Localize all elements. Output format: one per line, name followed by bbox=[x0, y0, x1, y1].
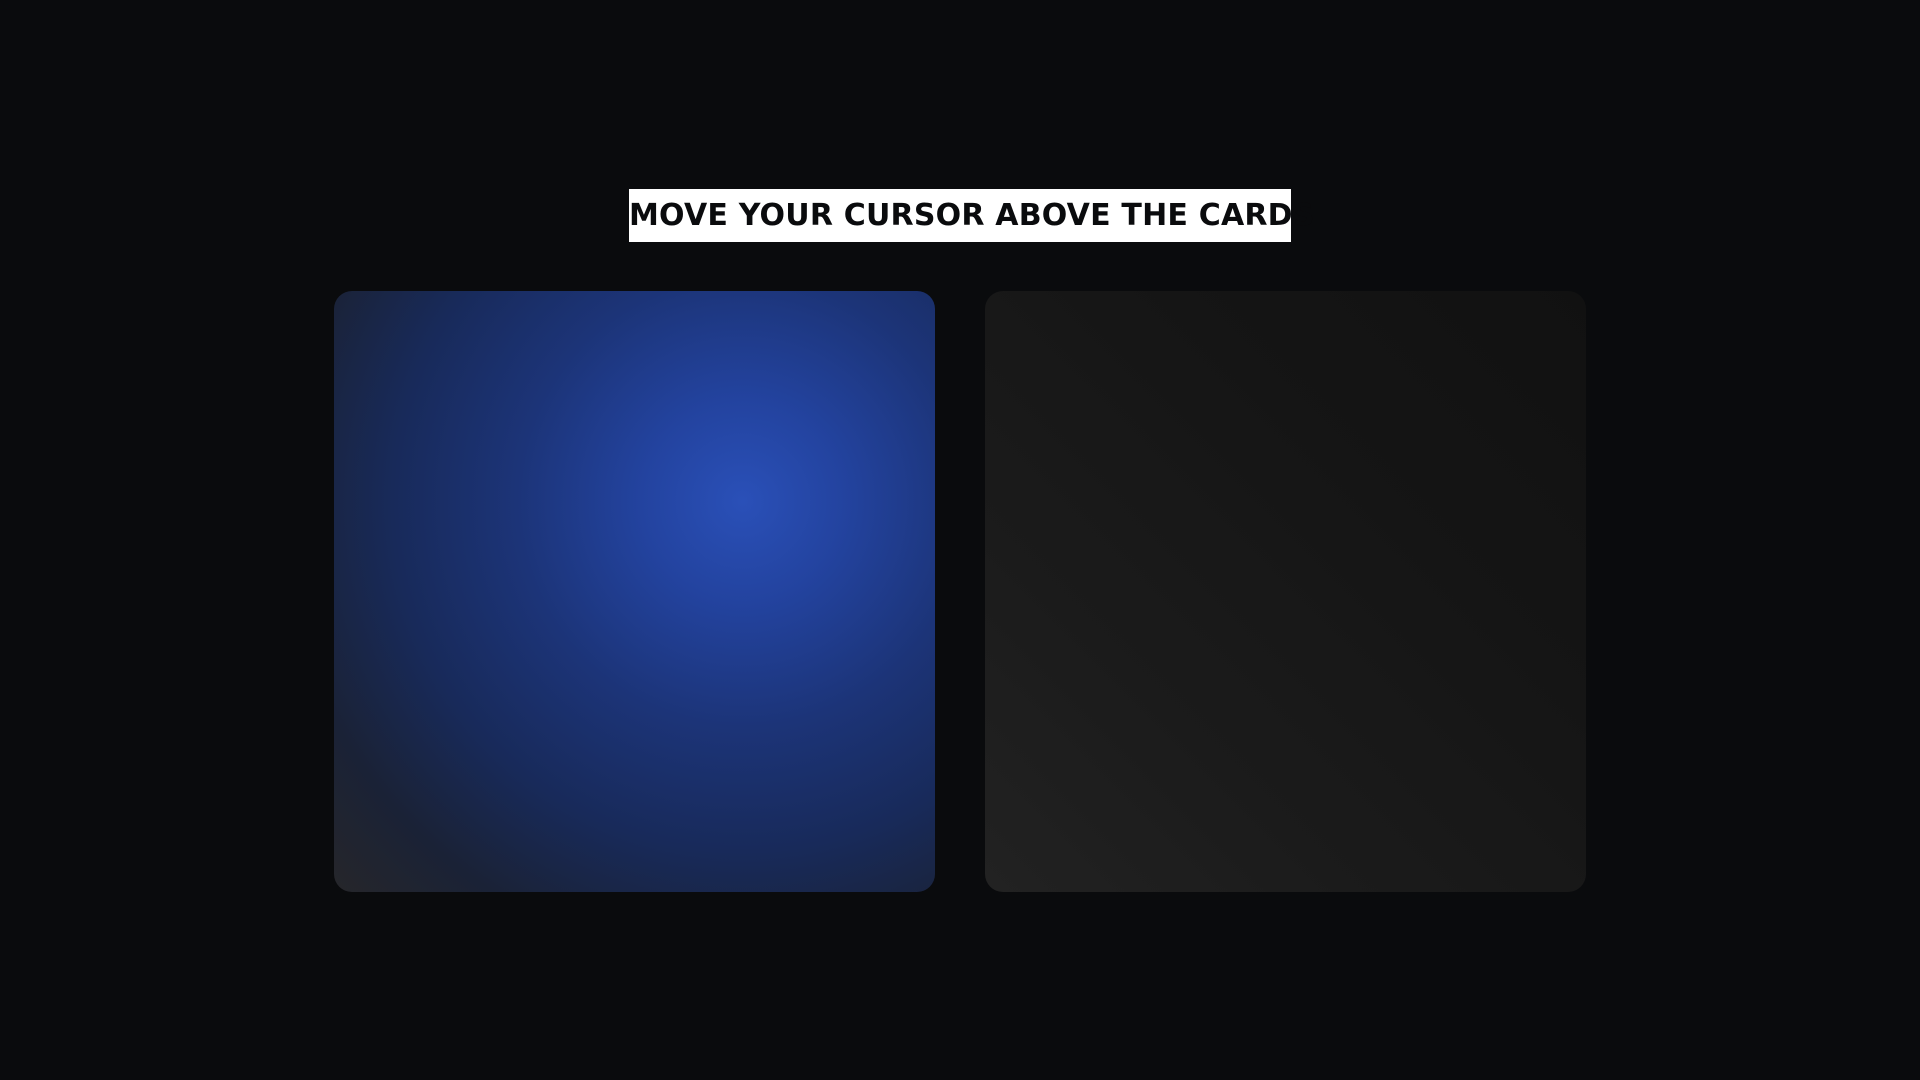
card-right[interactable] bbox=[985, 291, 1586, 892]
page-heading: MOVE YOUR CURSOR ABOVE THE CARDS bbox=[629, 189, 1314, 242]
card-left-hovered[interactable] bbox=[334, 291, 935, 892]
card-grid bbox=[334, 291, 1586, 892]
